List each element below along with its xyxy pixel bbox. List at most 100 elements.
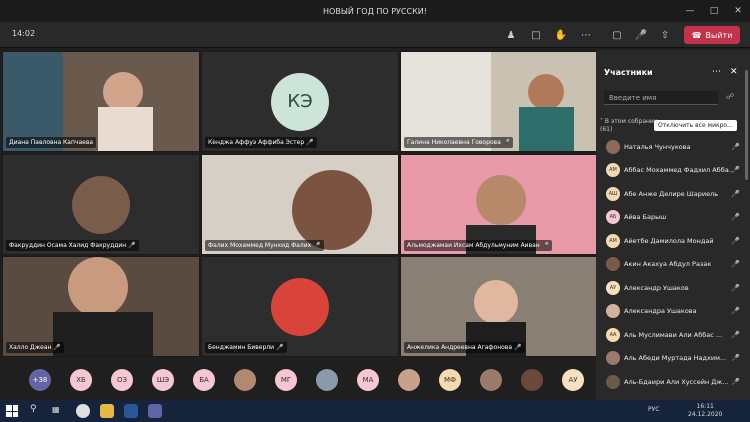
mic-off-icon: 🎤: [731, 307, 740, 316]
avatar[interactable]: ХБ: [70, 369, 92, 391]
participant-avatar: КЭ: [271, 72, 329, 131]
avatar[interactable]: [398, 369, 420, 391]
search-icon[interactable]: ⚲: [30, 404, 37, 414]
list-item[interactable]: Акин Акахуа Абдул Разак 🎤: [596, 253, 746, 277]
list-item[interactable]: Александра Ушакова 🎤: [596, 300, 746, 324]
title-bar: НОВЫЙ ГОД ПО РУССКИ! — □ ✕: [0, 0, 750, 22]
list-item[interactable]: АУ Александр Ушаков 🎤: [596, 276, 746, 300]
avatar[interactable]: [480, 369, 502, 391]
mic-icon: 🎤: [313, 242, 321, 249]
participant-name-tag: Бенджамин Биверли 🎤: [205, 342, 287, 353]
maximize-icon[interactable]: □: [702, 0, 726, 22]
list-item[interactable]: Наталья Чунчукова 🎤: [596, 135, 746, 159]
panel-more-icon[interactable]: ⋯: [712, 67, 721, 77]
meeting-toolbar: 14:02 ♟ □ ✋ ⋯ ▢ 🎤 ⇧ ☎ Выйти: [0, 22, 750, 48]
video-tile[interactable]: КЭ Кенджа Аффуэ Аффиба Эстер 🎤: [201, 51, 399, 152]
mic-off-icon: 🎤: [731, 377, 740, 386]
video-tile[interactable]: Анжелика Андреевна Агафонова 🎤: [400, 256, 598, 357]
share-icon[interactable]: ⇧: [654, 25, 676, 45]
minimize-icon[interactable]: —: [678, 0, 702, 22]
participant-avatar-strip: +38 ХБ ОЗ ШЭ БА МГ МА МФ АУ: [0, 360, 594, 400]
participant-avatar: [271, 277, 329, 336]
teams-icon[interactable]: [148, 404, 162, 418]
invite-icon[interactable]: ☍: [726, 92, 734, 101]
list-item[interactable]: Аль-Бдаири Али Хуссейн Дж... 🎤: [596, 370, 746, 394]
avatar: [606, 374, 620, 389]
avatar[interactable]: [234, 369, 256, 391]
explorer-icon[interactable]: [100, 404, 114, 418]
avatar: [606, 351, 620, 366]
chat-icon[interactable]: □: [525, 25, 547, 45]
more-participants-badge[interactable]: +38: [29, 369, 51, 391]
mic-off-icon: 🎤: [731, 142, 740, 151]
video-tile[interactable]: Бенджамин Биверли 🎤: [201, 256, 399, 357]
windows-taskbar: ⚲ ▦ РУС 16:11 24.12.2020: [0, 400, 750, 422]
list-item[interactable]: АМ Аббас Мохаммед Фадхил Абба... 🎤: [596, 159, 746, 183]
video-tile[interactable]: Альмоджамаи Ихсам Абдульмуним Аиван 🎤: [400, 154, 598, 255]
mic-off-icon: 🎤: [731, 260, 740, 269]
word-icon[interactable]: [124, 404, 138, 418]
mic-off-icon[interactable]: 🎤: [630, 25, 652, 45]
participant-avatar: [72, 175, 130, 234]
mic-icon: 🎤: [276, 344, 284, 351]
more-icon[interactable]: ⋯: [575, 25, 597, 45]
participant-name-tag: Галина Николаевна Говорова 🎤: [404, 137, 514, 148]
participant-search-input[interactable]: Введите имя: [604, 91, 718, 105]
avatar: АА: [606, 327, 620, 342]
avatar[interactable]: МА: [357, 369, 379, 391]
list-item[interactable]: АШ Абе Анже Делире Шариель 🎤: [596, 182, 746, 206]
phone-icon: ☎: [691, 30, 702, 40]
avatar[interactable]: [316, 369, 338, 391]
mic-icon: 🎤: [541, 242, 550, 249]
participant-name-tag: Факруддин Осама Халид Факруддин 🎤: [6, 240, 139, 251]
mic-icon: 🎤: [514, 344, 522, 351]
video-tile[interactable]: Фалих Мохаммед Мунхид Фалих 🎤: [201, 154, 399, 255]
avatar[interactable]: МГ: [275, 369, 297, 391]
list-item[interactable]: Аль Абеди Муртада Надхим... 🎤: [596, 347, 746, 371]
taskbar-clock[interactable]: 16:11 24.12.2020: [688, 403, 722, 419]
section-header[interactable]: ˅ В этом собрании (61): [600, 118, 658, 134]
list-item[interactable]: АМ Айетбе Дамилола Мондай 🎤: [596, 229, 746, 253]
mic-off-icon: 🎤: [731, 213, 740, 222]
avatar[interactable]: ОЗ: [111, 369, 133, 391]
avatar: АШ: [606, 186, 620, 201]
participants-panel: Участники ⋯ ✕ Введите имя ☍ ˅ В этом соб…: [596, 50, 750, 400]
avatar: [606, 257, 620, 272]
avatar[interactable]: ШЭ: [152, 369, 174, 391]
avatar: АМ: [606, 163, 620, 178]
avatar[interactable]: [521, 369, 543, 391]
participant-name-tag: Диана Павловна Капчаева: [6, 137, 97, 148]
camera-off-icon[interactable]: ▢: [606, 25, 628, 45]
video-tile[interactable]: Халло Джеан 🎤: [2, 256, 200, 357]
task-view-icon[interactable]: ▦: [52, 405, 60, 414]
participant-list: Наталья Чунчукова 🎤 АМ Аббас Мохаммед Фадх…: [596, 135, 746, 394]
video-grid: Диана Павловна Капчаева КЭ Кенджа Аффуэ …: [0, 50, 598, 357]
input-language[interactable]: РУС: [648, 406, 659, 413]
mic-off-icon: 🎤: [731, 166, 740, 175]
mute-all-button[interactable]: Отключить все микро...: [654, 120, 737, 131]
leave-button[interactable]: ☎ Выйти: [684, 26, 740, 44]
mic-icon: 🎤: [53, 344, 61, 351]
chevron-down-icon: ˅: [600, 118, 603, 125]
video-tile[interactable]: Факруддин Осама Халид Факруддин 🎤: [2, 154, 200, 255]
video-tile[interactable]: Галина Николаевна Говорова 🎤: [400, 51, 598, 152]
close-icon[interactable]: ✕: [726, 0, 750, 22]
raise-hand-icon[interactable]: ✋: [550, 25, 572, 45]
video-tile[interactable]: Диана Павловна Капчаева: [2, 51, 200, 152]
mic-off-icon: 🎤: [731, 189, 740, 198]
mic-icon: 🎤: [306, 139, 314, 146]
mic-icon: 🎤: [128, 242, 136, 249]
leave-label: Выйти: [705, 30, 733, 40]
windows-start-icon[interactable]: [6, 405, 18, 417]
people-icon[interactable]: ♟: [500, 25, 522, 45]
avatar[interactable]: АУ: [562, 369, 584, 391]
panel-scrollbar[interactable]: [745, 70, 748, 180]
chrome-icon[interactable]: [76, 404, 90, 418]
avatar: [606, 139, 620, 154]
list-item[interactable]: АА Аль Муслимави Али Аббас ... 🎤: [596, 323, 746, 347]
avatar[interactable]: МФ: [439, 369, 461, 391]
participant-name-tag: Кенджа Аффуэ Аффиба Эстер 🎤: [205, 137, 317, 148]
panel-close-icon[interactable]: ✕: [730, 67, 738, 77]
avatar[interactable]: БА: [193, 369, 215, 391]
list-item[interactable]: АБ Айва Барыш 🎤: [596, 206, 746, 230]
